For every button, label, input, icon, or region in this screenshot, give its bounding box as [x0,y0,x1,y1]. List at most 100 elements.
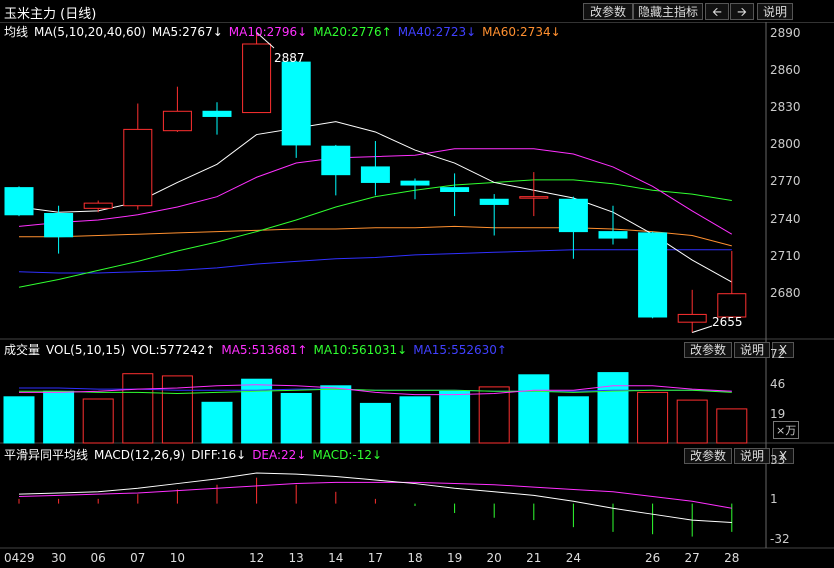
macd-legend: 平滑异同平均线 MACD(12,26,9) DIFF:16↓ DEA:22↓ MACD:… [4,446,388,463]
dea-value: DEA:22↓ [252,448,307,462]
candle-body [479,198,509,205]
volume-bar [518,374,550,444]
low-pointer [692,325,713,334]
candle-body [44,212,74,238]
macd-tick: 33 [770,453,786,467]
diff-value: DIFF:16↓ [191,448,247,462]
x-axis-date-label: 24 [565,551,582,565]
macd-help-button[interactable]: 说明 [734,448,770,464]
volume-unit-badge: ×万 [773,421,800,439]
x-axis-date-label: 06 [90,551,106,565]
diff-line [18,472,732,523]
price-tick: 2770 [770,174,801,188]
x-axis-date-label: 17 [367,551,384,565]
macd-params: MACD(12,26,9) [94,448,186,462]
candle-body [4,187,34,216]
volume-bar [359,402,391,444]
x-axis-date-label: 27 [684,551,700,565]
x-axis-date-label: 28 [724,551,740,565]
volume-help-button[interactable]: 说明 [734,342,770,358]
ma10-value: MA10:2796↓ [228,25,308,39]
candle-body [321,145,351,176]
volume-bar [161,375,193,444]
volume-bar [478,386,510,444]
volume-tick: 19 [770,407,786,421]
volume-bar [43,390,75,444]
volume-legend: 成交量 VOL(5,10,15) VOL:577242↑ MA5:513681↑ MA1… [4,341,513,358]
volume-bar [82,398,114,444]
candle-body [717,293,747,318]
low-price-label: 2655 [712,315,743,329]
volume-bar [280,393,312,444]
candle-body [598,231,628,239]
price-panel [4,31,747,334]
vol-params: VOL(5,10,15) [46,343,126,357]
ma-params: MA(5,10,20,40,60) [34,25,146,39]
volume-tick: 72 [770,347,786,361]
candle-body [162,110,192,132]
volume-bar [676,399,708,444]
macd-tick: -32 [770,532,790,546]
chart-canvas[interactable] [0,0,834,568]
vol-ma15-value: MA15:552630↑ [413,343,507,357]
vol-ma5-value: MA5:513681↑ [221,343,308,357]
x-axis-date-label: 20 [486,551,502,565]
price-tick: 2800 [770,137,801,151]
volume-bar [201,401,233,444]
volume-bar [241,378,273,444]
candle-body [519,196,549,199]
volume-panel [3,372,748,444]
price-tick: 2680 [770,286,801,300]
price-tick: 2740 [770,212,801,226]
price-tick: 2860 [770,63,801,77]
x-axis-date-label: 12 [248,551,265,565]
price-legend-label: 均线 [4,25,29,39]
ma5-value: MA5:2767↓ [151,25,223,39]
volume-bar [399,396,431,444]
x-axis-date-label: 0429 [4,551,35,565]
volume-bar [439,390,471,444]
ma20-value: MA20:2776↑ [313,25,392,39]
volume-bar [557,396,589,444]
x-axis-date-label: 13 [288,551,304,565]
dea-line [18,481,732,509]
candle-body [677,313,707,323]
candle-body [558,198,588,233]
candle-body [242,43,272,114]
candle-body [281,61,311,146]
volume-bar [3,396,35,444]
macd-tick: 1 [770,492,778,506]
price-legend: 均线 MA(5,10,20,40,60) MA5:2767↓ MA10:2796↓ MA… [4,23,567,40]
price-tick: 2830 [770,100,801,114]
x-axis-date-label: 10 [169,551,186,565]
candle-body [400,180,430,186]
x-axis-date-label: 18 [407,551,423,565]
high-price-label: 2887 [274,51,305,65]
x-axis-date-label: 19 [446,551,463,565]
candle-body [123,128,153,207]
volume-legend-label: 成交量 [4,343,41,357]
candle-body [440,187,470,192]
x-axis-date-label: 07 [130,551,146,565]
macd-panel [18,472,733,537]
macd-change-params-button[interactable]: 改参数 [684,448,732,464]
ma40-value: MA40:2723↓ [397,25,477,39]
price-tick: 2890 [770,26,801,40]
volume-change-params-button[interactable]: 改参数 [684,342,732,358]
x-axis-date-label: 21 [526,551,542,565]
volume-bar [597,372,629,444]
vol-value: VOL:577242↑ [131,343,216,357]
candle-body [360,166,390,183]
x-axis-date-label: 30 [50,551,67,565]
volume-bar [122,373,154,444]
candle-body [638,232,668,318]
candle-body [202,110,232,117]
volume-tick: 46 [770,377,786,391]
x-axis-date-label: 14 [328,551,344,565]
candle-body [83,202,113,209]
price-tick: 2710 [770,249,801,263]
ma60-value: MA60:2734↓ [482,25,561,39]
macd-legend-label: 平滑异同平均线 [4,448,89,462]
macd-value: MACD:-12↓ [312,448,383,462]
volume-bar [716,408,748,444]
